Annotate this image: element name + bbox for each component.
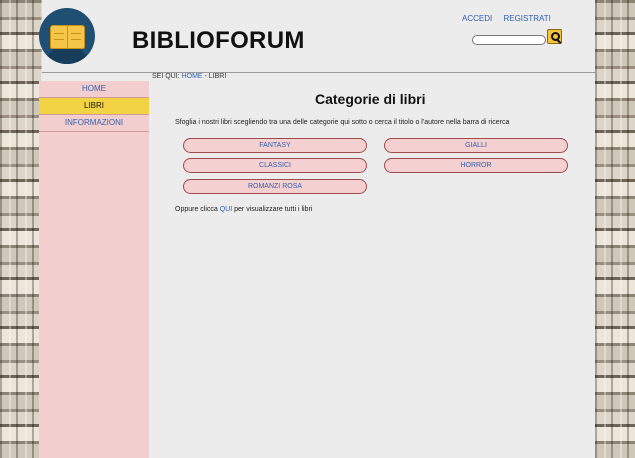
search-icon[interactable] [547, 29, 562, 44]
breadcrumb-current: LIBRI [208, 73, 227, 80]
view-all-link[interactable]: QUI [220, 206, 232, 213]
site-title[interactable]: BIBLIOFORUM [132, 27, 305, 55]
category-button-romanzi-rosa[interactable]: ROMANZI ROSA [183, 179, 367, 194]
search-input[interactable] [472, 35, 546, 45]
right-bookshelf-texture [595, 0, 635, 458]
category-button-classici[interactable]: CLASSICI [183, 158, 367, 173]
sidebar: HOME LIBRI INFORMAZIONI [39, 81, 149, 458]
register-link[interactable]: REGISTRATI [503, 14, 550, 23]
sidebar-item-libri[interactable]: LIBRI [39, 98, 149, 115]
page-container: BIBLIOFORUM ACCEDI REGISTRATI HOME LIBRI… [39, 0, 595, 458]
logo[interactable] [39, 8, 95, 64]
book-logo-icon [50, 25, 85, 49]
view-all-before: Oppure clicca [175, 206, 220, 213]
sidebar-item-home[interactable]: HOME [39, 81, 149, 98]
view-all-text: Oppure clicca QUI per visualizzare tutti… [175, 206, 312, 213]
breadcrumb-prefix: SEI QUI: [152, 73, 182, 80]
view-all-after: per visualizzare tutti i libri [232, 206, 313, 213]
header: BIBLIOFORUM ACCEDI REGISTRATI [39, 0, 595, 73]
breadcrumb: SEI QUI: HOME - LIBRI [152, 73, 226, 80]
login-link[interactable]: ACCEDI [462, 14, 492, 23]
category-button-gialli[interactable]: GIALLI [384, 138, 568, 153]
intro-text: Sfoglia i nostri libri scegliendo tra un… [175, 119, 510, 126]
left-bookshelf-texture [0, 0, 42, 458]
breadcrumb-home-link[interactable]: HOME [182, 73, 203, 80]
sidebar-item-informazioni[interactable]: INFORMAZIONI [39, 115, 149, 132]
page-title: Categorie di libri [315, 91, 426, 107]
account-links: ACCEDI REGISTRATI [462, 14, 560, 23]
category-button-horror[interactable]: HORROR [384, 158, 568, 173]
category-button-fantasy[interactable]: FANTASY [183, 138, 367, 153]
